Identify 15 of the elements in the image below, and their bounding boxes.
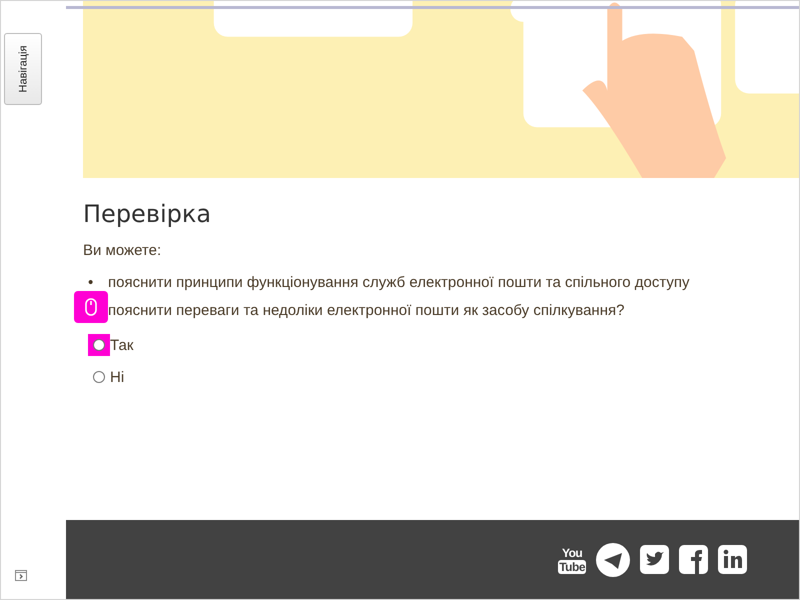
intro-text: Ви можете: [83,242,162,259]
expand-panel-icon[interactable] [15,570,27,581]
letter-f-icon[interactable] [679,545,708,574]
option-label[interactable]: Ні [110,368,124,386]
goal-item: пояснити принципи функціонування служб електронної пошти та спільного доступу [108,273,690,293]
bird-icon[interactable] [640,545,669,574]
radio-button[interactable] [93,371,105,383]
navigation-button[interactable]: Навігація [4,33,42,105]
mouse-icon [85,298,97,316]
section-heading: Перевірка [83,200,212,228]
goal-item: пояснити переваги та недоліки електронної пошти як засобу спілкування? [108,301,624,321]
in-icon[interactable] [718,545,747,574]
option-label[interactable]: Так [110,336,134,354]
bullet-marker: • [88,274,94,292]
paper-plane-icon[interactable] [596,542,630,576]
